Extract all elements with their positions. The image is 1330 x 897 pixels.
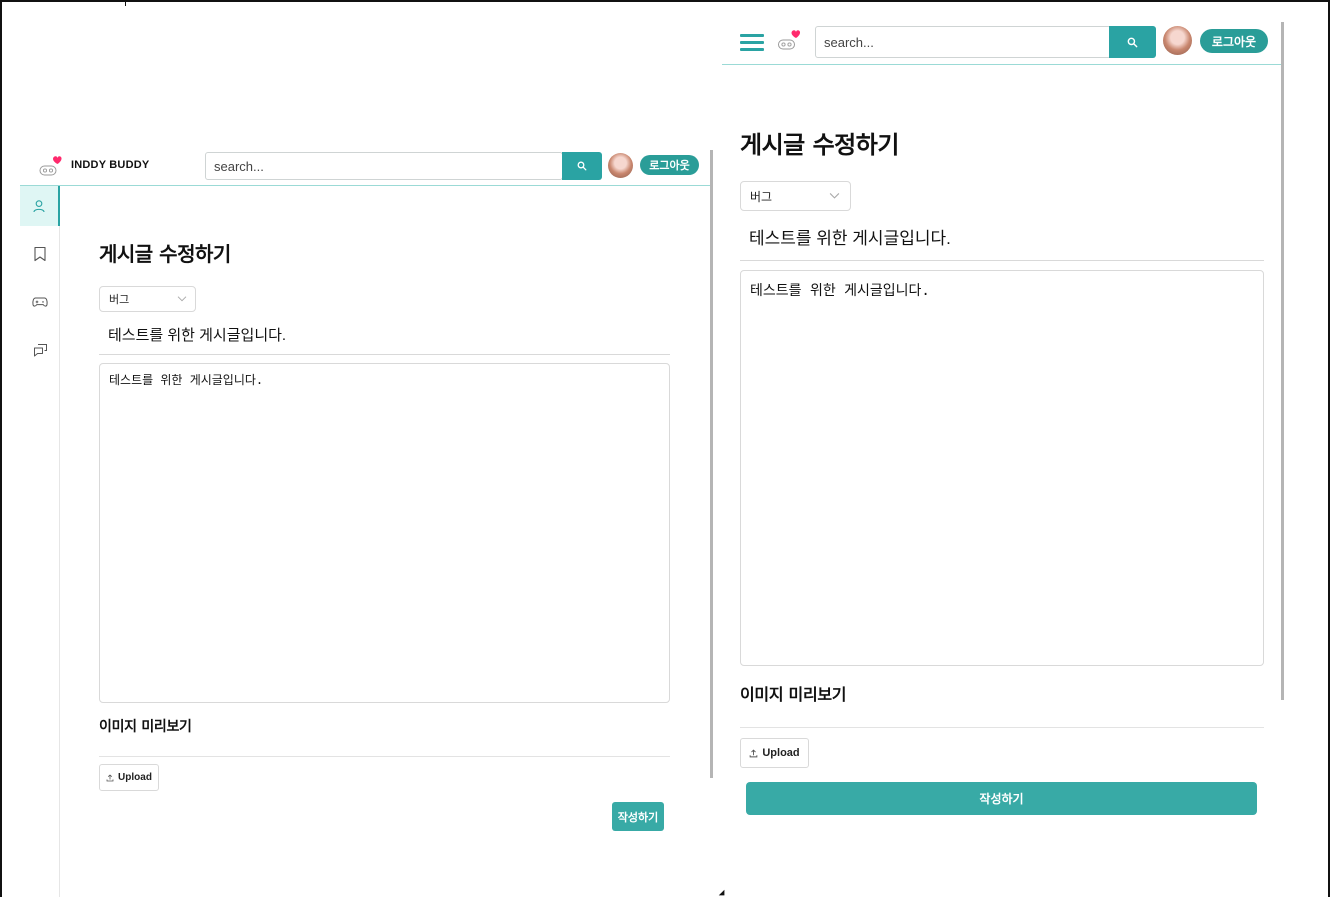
search-input[interactable]: search... [815, 26, 1111, 58]
logo-icon[interactable] [38, 154, 64, 178]
post-title-input[interactable]: 테스트를 위한 게시글입니다. [99, 324, 670, 355]
logout-button[interactable]: 로그아웃 [1200, 29, 1268, 53]
search-icon [1127, 37, 1138, 47]
mobile-view: search... 로그아웃 게시글 수정하기 버그 테스트를 위한 게시글입니… [722, 18, 1284, 897]
chevron-down-icon [177, 296, 187, 302]
upload-icon [106, 773, 114, 781]
category-selected: 버그 [750, 189, 773, 204]
sidebar-item-game[interactable] [20, 282, 60, 322]
post-body-textarea[interactable]: 테스트를 위한 게시글입니다. [99, 363, 670, 703]
upload-button[interactable]: Upload [99, 764, 159, 791]
scrollbar[interactable] [1281, 22, 1284, 700]
sidebar [20, 186, 60, 897]
frame-tick [125, 0, 126, 6]
chat-icon [33, 344, 47, 357]
user-icon [33, 200, 45, 213]
desktop-header: INDDY BUDDY search... 로그아웃 [20, 150, 712, 186]
bookmark-icon [34, 246, 46, 262]
sidebar-item-bookmark[interactable] [20, 234, 60, 274]
chevron-down-icon [829, 193, 840, 199]
brand-name[interactable]: INDDY BUDDY [71, 159, 149, 171]
category-select[interactable]: 버그 [99, 286, 196, 312]
search-placeholder: search... [214, 158, 264, 174]
search-button[interactable] [562, 152, 602, 180]
mobile-header: search... 로그아웃 [722, 18, 1282, 65]
image-preview-label: 이미지 미리보기 [740, 685, 847, 704]
divider [740, 727, 1264, 728]
avatar[interactable] [1163, 26, 1192, 55]
page-title: 게시글 수정하기 [99, 242, 231, 266]
category-selected: 버그 [109, 294, 130, 306]
logo-icon[interactable] [776, 28, 803, 52]
post-body-textarea[interactable]: 테스트를 위한 게시글입니다. [740, 270, 1264, 666]
desktop-view: INDDY BUDDY search... 로그아웃 게시글 수정하기 버그 테… [20, 150, 713, 897]
gamepad-icon [32, 297, 48, 307]
page-title: 게시글 수정하기 [740, 131, 899, 159]
logout-button[interactable]: 로그아웃 [640, 155, 699, 175]
sidebar-item-profile[interactable] [20, 186, 60, 226]
upload-label: Upload [118, 772, 152, 783]
image-preview-label: 이미지 미리보기 [99, 719, 192, 735]
search-input[interactable]: search... [205, 152, 563, 180]
scrollbar[interactable] [710, 150, 713, 778]
upload-icon [750, 749, 758, 757]
submit-button[interactable]: 작성하기 [746, 782, 1257, 815]
category-select[interactable]: 버그 [740, 181, 851, 211]
sidebar-item-chat[interactable] [20, 330, 60, 370]
upload-button[interactable]: Upload [740, 738, 809, 768]
search-icon [577, 161, 587, 171]
submit-button[interactable]: 작성하기 [612, 802, 664, 831]
search-button[interactable] [1109, 26, 1156, 58]
menu-icon[interactable] [740, 34, 764, 51]
search-placeholder: search... [824, 34, 874, 50]
upload-label: Upload [762, 747, 800, 759]
post-title-input[interactable]: 테스트를 위한 게시글입니다. [740, 225, 1264, 261]
avatar[interactable] [608, 153, 633, 178]
divider [99, 756, 670, 757]
